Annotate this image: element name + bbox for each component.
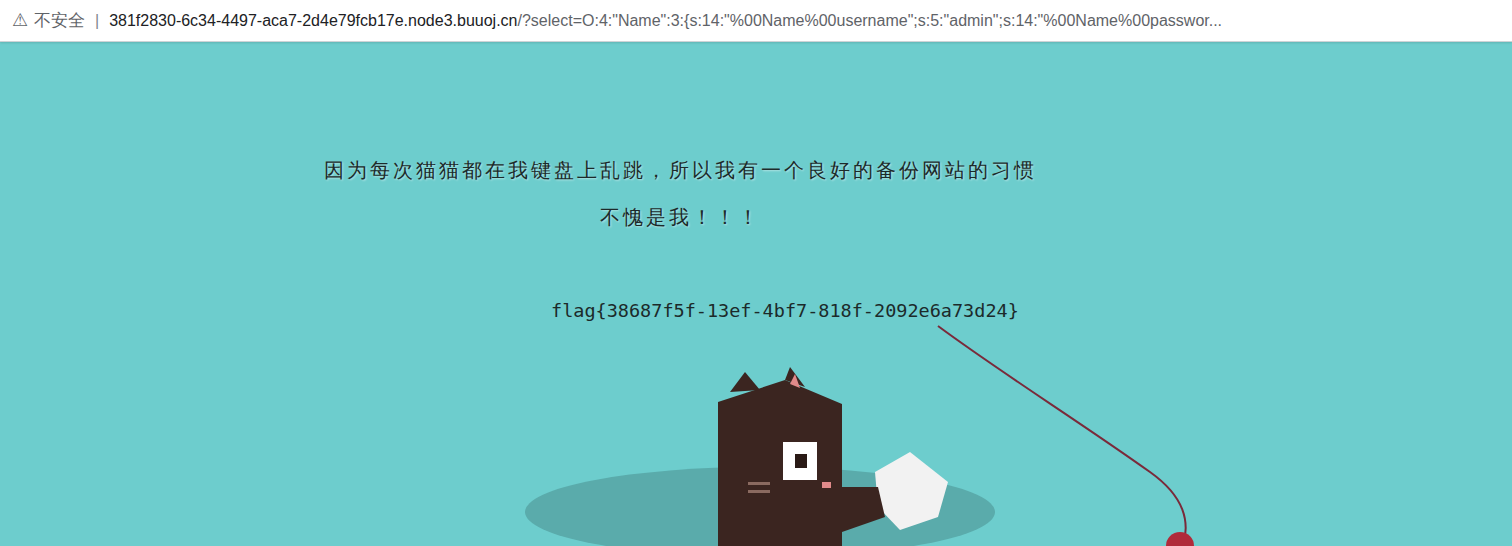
address-bar[interactable]: ⚠ 不安全 | 381f2830-6c34-4497-aca7-2d4e79fc… — [0, 0, 1512, 42]
warning-icon[interactable]: ⚠ — [12, 7, 34, 34]
url-host[interactable]: 381f2830-6c34-4497-aca7-2d4e79fcb17e.nod… — [109, 9, 517, 33]
url-path[interactable]: /?select=O:4:"Name":3:{s:14:"%00Name%00u… — [518, 9, 1223, 33]
page-content: 因为每次猫猫都在我键盘上乱跳，所以我有一个良好的备份网站的习惯 不愧是我！！！ … — [0, 42, 1512, 546]
separator: | — [95, 9, 99, 33]
cat-picture — [0, 42, 1512, 546]
security-label[interactable]: 不安全 — [34, 8, 85, 34]
flag-text: flag{38687f5f-13ef-4bf7-818f-2092e6a73d2… — [323, 298, 1040, 324]
message-line: 因为每次猫猫都在我键盘上乱跳，所以我有一个良好的备份网站的习惯 — [323, 156, 1038, 184]
message-line: 不愧是我！！！ — [323, 203, 1038, 231]
